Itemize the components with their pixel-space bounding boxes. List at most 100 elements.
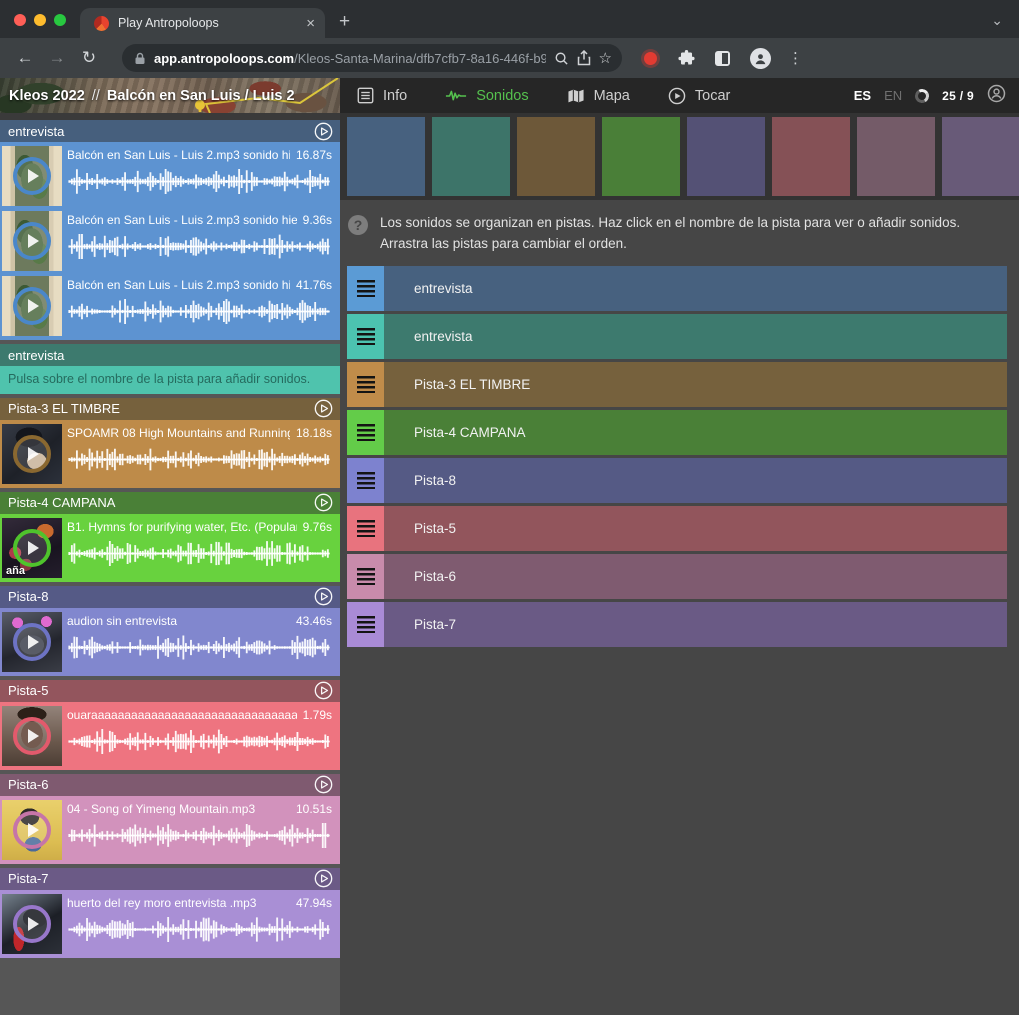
clip-waveform[interactable] — [67, 233, 332, 260]
clip-play-icon[interactable] — [13, 157, 51, 195]
track-row[interactable]: entrevista — [347, 266, 1007, 311]
track-row[interactable]: Pista-7 — [347, 602, 1007, 647]
audio-clip[interactable]: Balcón en San Luis - Luis 2.mp3 sonido h… — [0, 274, 340, 338]
drag-handle[interactable] — [347, 554, 384, 599]
clip-play-icon[interactable] — [13, 287, 51, 325]
track-name-button[interactable]: Pista-6 — [384, 554, 1007, 599]
track-row[interactable]: Pista-5 — [347, 506, 1007, 551]
clip-thumbnail[interactable] — [2, 612, 62, 672]
clip-thumbnail[interactable] — [2, 276, 62, 336]
track-play-icon[interactable] — [314, 493, 333, 512]
track-section-header[interactable]: Pista-3 EL TIMBRE — [0, 398, 340, 420]
drag-handle[interactable] — [347, 362, 384, 407]
drag-handle[interactable] — [347, 410, 384, 455]
track-row[interactable]: Pista-6 — [347, 554, 1007, 599]
url-text[interactable]: app.antropoloops.com/Kleos-Santa-Marina/… — [154, 51, 546, 66]
track-section-header[interactable]: entrevista — [0, 120, 340, 142]
drag-handle[interactable] — [347, 266, 384, 311]
track-play-icon[interactable] — [314, 122, 333, 141]
track-section-header[interactable]: Pista-8 — [0, 586, 340, 608]
clip-play-icon[interactable] — [13, 811, 51, 849]
track-row[interactable]: Pista-4 CAMPANA — [347, 410, 1007, 455]
track-row[interactable]: Pista-3 EL TIMBRE — [347, 362, 1007, 407]
zoom-page-icon[interactable] — [554, 51, 569, 66]
clip-play-icon[interactable] — [13, 435, 51, 473]
clip-play-icon[interactable] — [13, 623, 51, 661]
nav-tocar[interactable]: Tocar — [668, 87, 730, 105]
track-section-header[interactable]: Pista-7 — [0, 868, 340, 890]
clip-waveform[interactable] — [67, 298, 332, 325]
drag-handle[interactable] — [347, 506, 384, 551]
track-play-icon[interactable] — [314, 399, 333, 418]
track-play-icon[interactable] — [314, 869, 333, 888]
drag-handle[interactable] — [347, 458, 384, 503]
clip-waveform[interactable] — [67, 728, 332, 755]
new-tab-button[interactable]: + — [339, 12, 350, 31]
window-close-button[interactable] — [14, 14, 26, 26]
track-play-icon[interactable] — [314, 775, 333, 794]
browser-menu-icon[interactable]: ⋮ — [788, 49, 803, 67]
window-minimize-button[interactable] — [34, 14, 46, 26]
window-zoom-button[interactable] — [54, 14, 66, 26]
clip-waveform[interactable] — [67, 168, 332, 195]
extensions-puzzle-icon[interactable] — [678, 50, 695, 67]
track-row[interactable]: Pista-8 — [347, 458, 1007, 503]
clip-play-icon[interactable] — [13, 905, 51, 943]
track-name-button[interactable]: Pista-7 — [384, 602, 1007, 647]
track-name-button[interactable]: Pista-5 — [384, 506, 1007, 551]
clip-thumbnail[interactable] — [2, 706, 62, 766]
clip-play-icon[interactable] — [13, 529, 51, 567]
track-section-header[interactable]: Pista-5 — [0, 680, 340, 702]
account-icon[interactable] — [987, 84, 1006, 108]
recording-indicator-icon[interactable] — [644, 52, 657, 65]
tab-close-icon[interactable]: × — [306, 16, 315, 31]
audio-clip[interactable]: SPOAMR 08 High Mountains and Running ...… — [0, 422, 340, 486]
audio-clip[interactable]: ouaraaaaaaaaaaaaaaaaaaaaaaaaaaaaaaaaaaaa… — [0, 704, 340, 768]
clip-thumbnail[interactable] — [2, 211, 62, 271]
reload-button[interactable]: ↻ — [76, 48, 102, 68]
bookmark-star-icon[interactable]: ☆ — [599, 49, 612, 67]
side-panel-icon[interactable] — [715, 51, 730, 66]
track-section-header[interactable]: entrevista — [0, 344, 340, 366]
track-name-button[interactable]: Pista-4 CAMPANA — [384, 410, 1007, 455]
audio-clip[interactable]: audion sin entrevista 43.46s — [0, 610, 340, 674]
clip-thumbnail[interactable]: aña — [2, 518, 62, 578]
audio-clip[interactable]: 04 - Song of Yimeng Mountain.mp3 10.51s — [0, 798, 340, 862]
clip-waveform[interactable] — [67, 634, 332, 661]
lang-en-button[interactable]: EN — [884, 88, 902, 103]
forward-button[interactable]: → — [44, 48, 70, 68]
clip-thumbnail[interactable] — [2, 146, 62, 206]
drag-handle[interactable] — [347, 602, 384, 647]
address-bar[interactable]: app.antropoloops.com/Kleos-Santa-Marina/… — [122, 44, 622, 72]
back-button[interactable]: ← — [12, 48, 38, 68]
clip-thumbnail[interactable] — [2, 424, 62, 484]
track-section-header[interactable]: Pista-4 CAMPANA — [0, 492, 340, 514]
nav-mapa[interactable]: Mapa — [567, 88, 630, 104]
track-row[interactable]: entrevista — [347, 314, 1007, 359]
clip-waveform[interactable] — [67, 540, 332, 567]
audio-clip[interactable]: huerto del rey moro entrevista .mp3 47.9… — [0, 892, 340, 956]
drag-handle[interactable] — [347, 314, 384, 359]
clip-waveform[interactable] — [67, 916, 332, 943]
tab-list-chevron-icon[interactable]: ⌄ — [991, 12, 1003, 29]
track-name-button[interactable]: Pista-3 EL TIMBRE — [384, 362, 1007, 407]
track-name-button[interactable]: entrevista — [384, 314, 1007, 359]
lock-icon[interactable] — [134, 52, 146, 65]
clip-thumbnail[interactable] — [2, 800, 62, 860]
share-icon[interactable] — [577, 50, 591, 66]
clip-play-icon[interactable] — [13, 717, 51, 755]
clip-waveform[interactable] — [67, 446, 332, 473]
audio-clip[interactable]: aña B1. Hymns for purifying water, Etc. … — [0, 516, 340, 580]
track-play-icon[interactable] — [314, 681, 333, 700]
audio-clip[interactable]: Balcón en San Luis - Luis 2.mp3 sonido h… — [0, 209, 340, 273]
profile-avatar[interactable] — [750, 48, 771, 69]
nav-sonidos[interactable]: Sonidos — [445, 88, 528, 104]
nav-info[interactable]: Info — [357, 87, 407, 104]
track-name-button[interactable]: entrevista — [384, 266, 1007, 311]
clip-waveform[interactable] — [67, 822, 332, 849]
browser-tab[interactable]: Play Antropoloops × — [80, 8, 325, 38]
clip-play-icon[interactable] — [13, 222, 51, 260]
audio-clip[interactable]: Balcón en San Luis - Luis 2.mp3 sonido h… — [0, 144, 340, 208]
clip-thumbnail[interactable] — [2, 894, 62, 954]
track-play-icon[interactable] — [314, 587, 333, 606]
